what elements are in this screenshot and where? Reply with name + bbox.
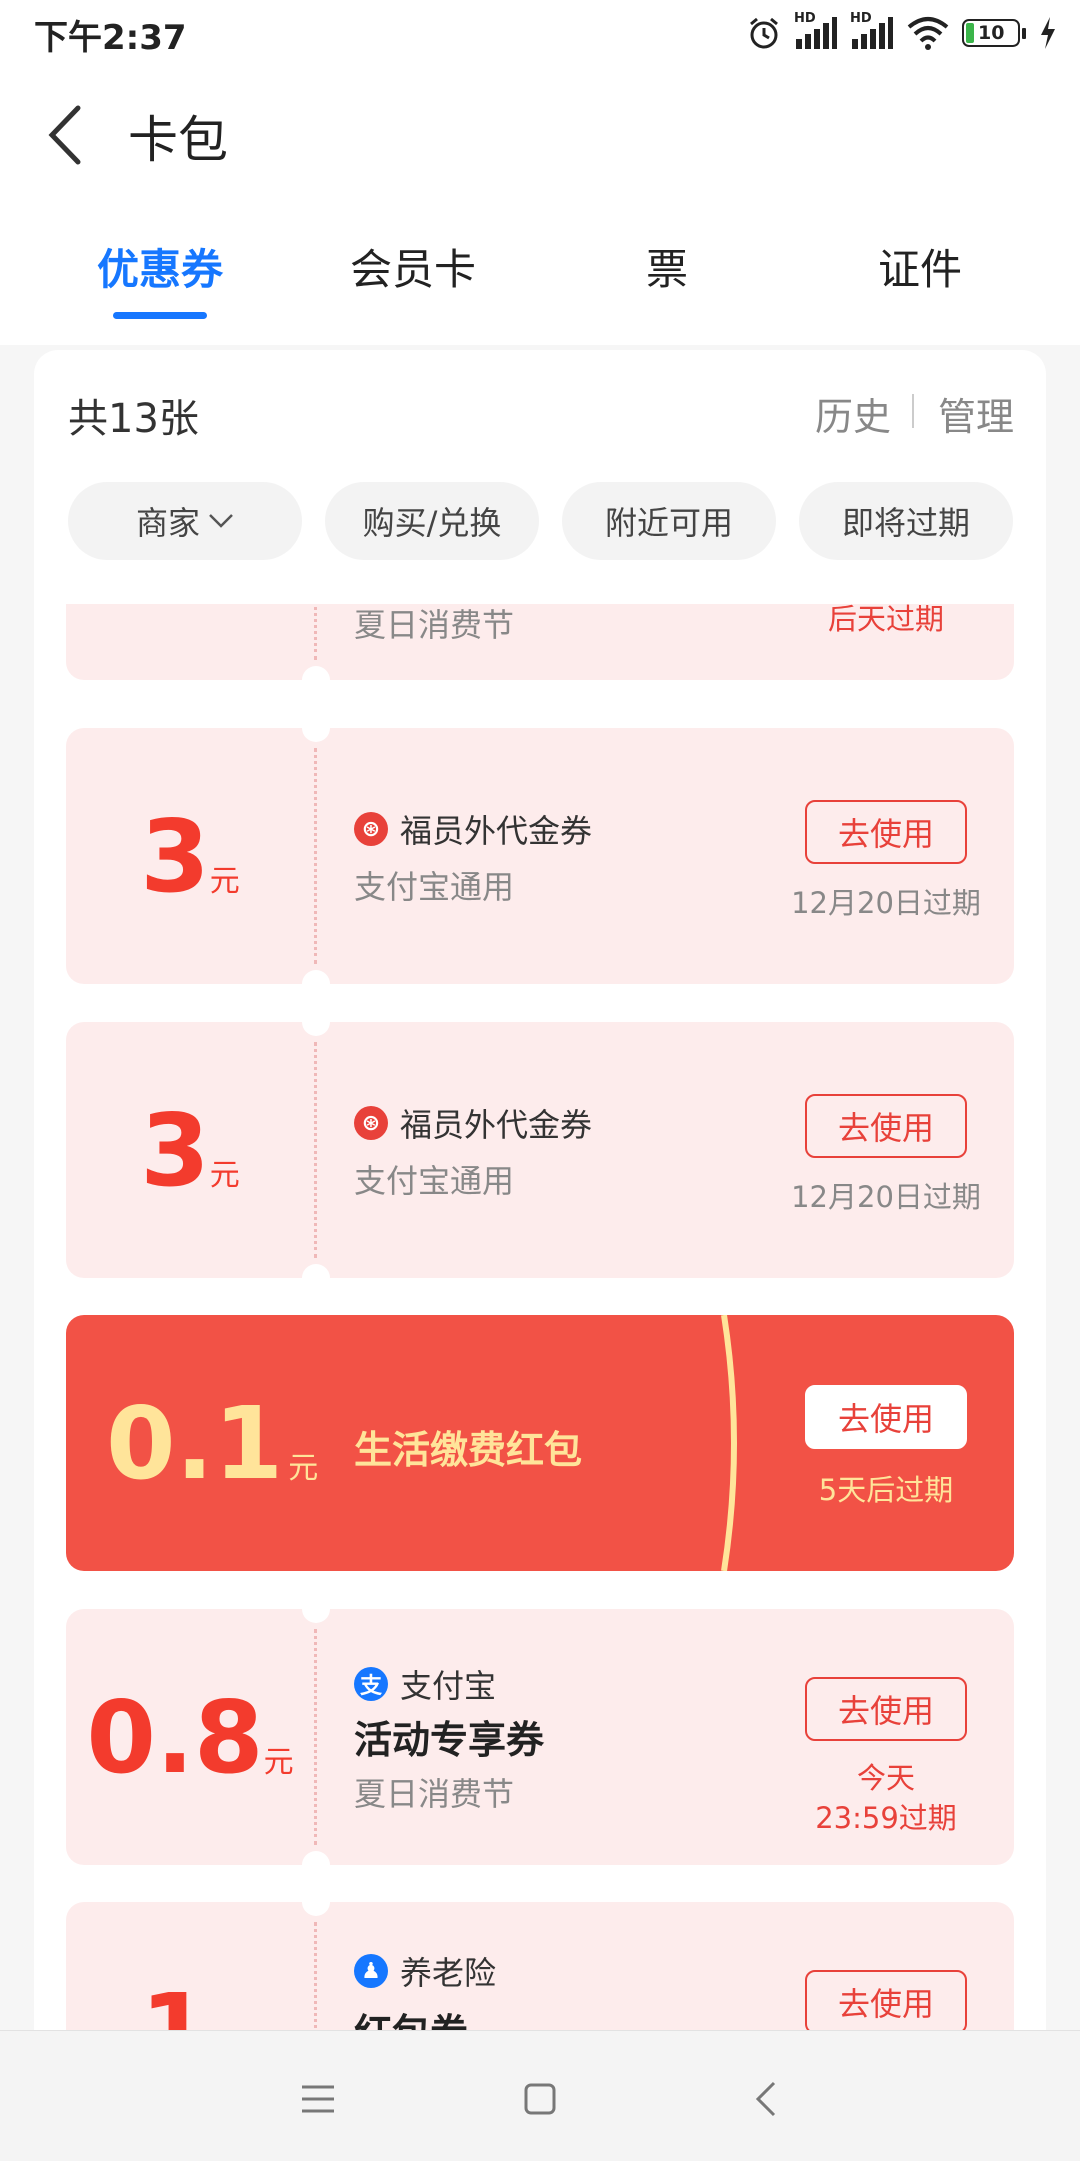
- status-bar: 下午2:37 HD HD 10: [0, 0, 1080, 66]
- notch: [302, 1264, 330, 1278]
- perforation: [314, 1629, 317, 1845]
- home-button[interactable]: [512, 2071, 568, 2127]
- coupon-subtitle: 夏日消费节: [354, 606, 515, 644]
- coupon-title: 红包券: [354, 2002, 468, 2030]
- use-button[interactable]: 去使用: [805, 1970, 967, 2030]
- perforation: [314, 604, 317, 660]
- system-nav-bar: [0, 2030, 1080, 2161]
- coupon-card[interactable]: 3元 ⊛ 福员外代金券 支付宝通用 去使用 12月20日过期: [66, 1022, 1014, 1278]
- status-time: 下午2:37: [34, 18, 187, 58]
- nav-back-button[interactable]: [740, 2071, 796, 2127]
- coupon-amount: 0.8: [86, 1679, 264, 1796]
- use-button[interactable]: 去使用: [805, 1677, 967, 1741]
- tab-coupons[interactable]: 优惠券: [60, 236, 260, 297]
- coupon-card[interactable]: 3元 ⊛ 福员外代金券 支付宝通用 去使用 12月20日过期: [66, 728, 1014, 984]
- filter-nearby[interactable]: 附近可用: [562, 482, 776, 560]
- coupon-amount: 3: [140, 798, 210, 915]
- person-icon: ♟: [354, 1954, 388, 1988]
- battery-level: 10: [978, 22, 1005, 44]
- red-packet-card[interactable]: 0.1 元 生活缴费红包 去使用 5天后过期: [66, 1315, 1014, 1571]
- notch: [302, 1022, 330, 1036]
- coupon-title: 生活缴费红包: [354, 1428, 583, 1472]
- tab-indicator: [113, 312, 207, 319]
- tab-tickets[interactable]: 票: [567, 236, 767, 297]
- wifi-icon: [907, 17, 949, 50]
- coupon-card[interactable]: 0.8元 支 支付宝 活动专享券 夏日消费节 去使用 今天 23:59过期: [66, 1609, 1014, 1865]
- coupon-amount-box: 0.1 元: [106, 1385, 318, 1502]
- filter-expiring[interactable]: 即将过期: [799, 482, 1013, 560]
- menu-button[interactable]: [290, 2071, 346, 2127]
- coupon-count: 共13张: [68, 396, 199, 442]
- coupon-unit: 元: [288, 1451, 319, 1486]
- chevron-left-icon: [48, 105, 81, 165]
- coupon-expiry: 后天过期: [827, 604, 944, 636]
- coupon-unit: 元: [209, 1158, 240, 1193]
- manage-link[interactable]: 管理: [938, 386, 1014, 441]
- back-button[interactable]: [40, 100, 100, 170]
- notch: [302, 1851, 330, 1865]
- coupon-amount-box: 1元: [66, 1972, 314, 2030]
- use-button[interactable]: 去使用: [805, 1385, 967, 1449]
- coupon-expiry-line2: 23:59过期: [815, 1801, 957, 1835]
- alipay-icon: 支: [354, 1667, 388, 1701]
- notch: [302, 1902, 330, 1916]
- coupon-brand: 支付宝: [400, 1667, 497, 1705]
- fu-icon: ⊛: [354, 1106, 388, 1140]
- filter-buy-exchange[interactable]: 购买/兑换: [325, 482, 539, 560]
- coupon-card[interactable]: 夏日消费节 后天过期: [66, 604, 1014, 680]
- coupon-amount-box: 3元: [66, 798, 314, 915]
- coupon-brand: 福员外代金券: [400, 1106, 593, 1144]
- coupon-brand: 福员外代金券: [400, 812, 593, 850]
- status-icons: HD HD 10: [746, 11, 1058, 54]
- filter-merchant-label: 商家: [135, 504, 200, 542]
- filter-nearby-label: 附近可用: [604, 504, 733, 542]
- use-button[interactable]: 去使用: [805, 1094, 967, 1158]
- notch: [302, 728, 330, 742]
- home-square-icon: [524, 2083, 556, 2115]
- coupon-brand: 养老险: [400, 1954, 497, 1992]
- coupon-unit: 元: [263, 1745, 294, 1780]
- alarm-icon: [750, 17, 778, 49]
- fu-icon: ⊛: [354, 812, 388, 846]
- coupon-expiry: 12月20日过期: [791, 886, 981, 920]
- coupon-card[interactable]: 1元 ♟ 养老险 红包券 去使用: [66, 1902, 1014, 2030]
- perforation: [314, 1042, 317, 1258]
- divider: [912, 394, 914, 428]
- use-button[interactable]: 去使用: [805, 800, 967, 864]
- menu-icon: [302, 2085, 334, 2113]
- notch: [302, 666, 330, 680]
- coupon-subtitle: 支付宝通用: [354, 868, 515, 906]
- coupon-amount-box: 3元: [66, 1092, 314, 1209]
- chevron-left-icon: [755, 2081, 776, 2117]
- card-divider-arc: [721, 1315, 737, 1571]
- coupon-unit: 元: [209, 864, 240, 899]
- notch: [302, 970, 330, 984]
- coupon-amount-box: 0.8元: [66, 1679, 314, 1796]
- coupon-expiry: 12月20日过期: [791, 1180, 981, 1214]
- page-title: 卡包: [128, 111, 228, 169]
- perforation: [314, 748, 317, 964]
- tab-member-cards[interactable]: 会员卡: [313, 236, 513, 297]
- coupon-amount: 3: [140, 1092, 210, 1209]
- signal-icon: HD: [850, 11, 894, 51]
- filter-buy-exchange-label: 购买/兑换: [362, 504, 502, 542]
- perforation: [314, 1922, 317, 2030]
- chevron-down-icon: [209, 514, 233, 528]
- charging-icon: [1041, 17, 1055, 49]
- history-link[interactable]: 历史: [815, 386, 891, 441]
- coupon-list: 夏日消费节 后天过期 3元 ⊛ 福员外代金券 支付宝通用 去使用 12月20日过…: [0, 604, 1080, 2030]
- coupon-title: 活动专享券: [354, 1718, 545, 1762]
- filter-expiring-label: 即将过期: [841, 504, 970, 542]
- coupon-subtitle: 夏日消费节: [354, 1775, 515, 1813]
- coupon-expiry-line1: 今天: [856, 1761, 915, 1795]
- tab-documents[interactable]: 证件: [820, 236, 1020, 297]
- signal-icon: HD: [794, 11, 838, 51]
- battery-icon: 10: [962, 19, 1026, 47]
- coupon-amount: 0.1: [106, 1385, 284, 1502]
- notch: [302, 1609, 330, 1623]
- coupon-amount: 1: [140, 1972, 210, 2030]
- coupon-subtitle: 支付宝通用: [354, 1162, 515, 1200]
- filter-merchant[interactable]: 商家: [68, 482, 302, 560]
- coupon-expiry: 5天后过期: [818, 1473, 954, 1507]
